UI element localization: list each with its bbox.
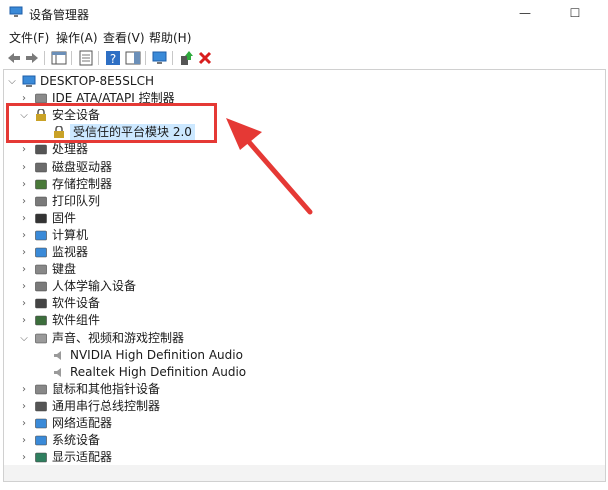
annotation-arrow-icon bbox=[226, 118, 313, 215]
